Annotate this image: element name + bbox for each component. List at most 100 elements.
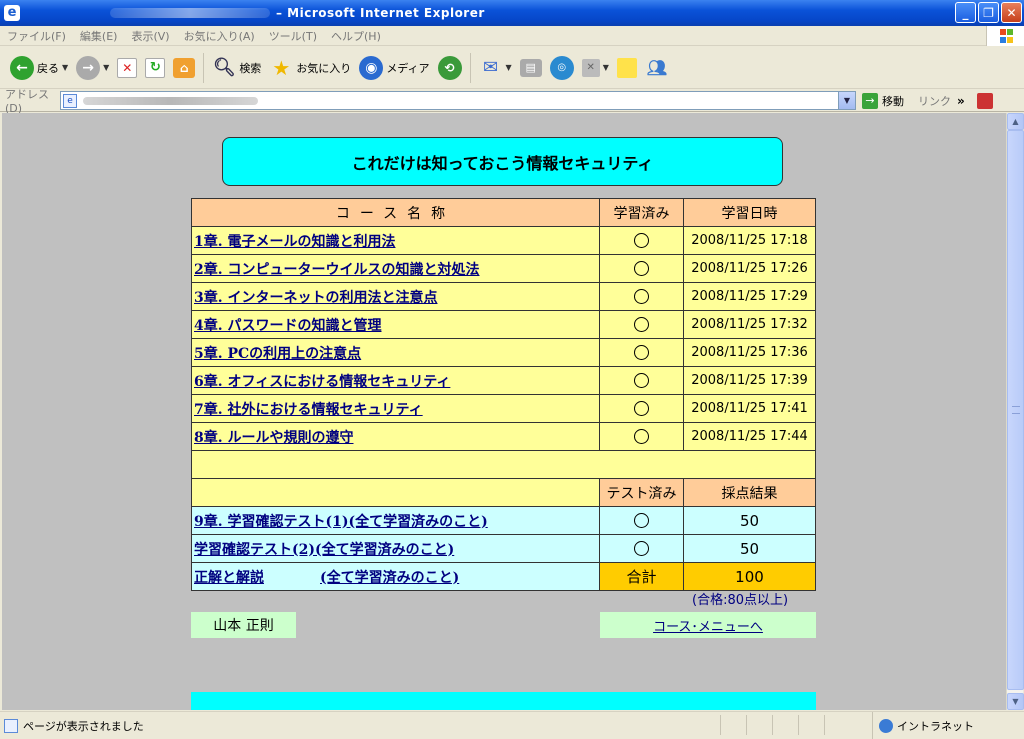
- edit-icon: ✕: [581, 58, 600, 77]
- header-result: 採点結果: [683, 478, 816, 507]
- history-button[interactable]: ⟲: [434, 51, 466, 85]
- menu-file[interactable]: ファイル(F): [0, 28, 73, 44]
- windows-logo-icon: [986, 26, 1024, 46]
- mail-button[interactable]: ✉ ▼: [475, 51, 516, 85]
- course-table: コース名称 学習済み 学習日時 1章. 電子メールの知識と利用法 2008/11…: [191, 198, 816, 591]
- table-row: 9章. 学習確認テスト(1)(全て学習済みのこと) 50: [191, 506, 816, 535]
- done-circle-icon: [634, 289, 649, 304]
- blurred-page-title: [110, 8, 270, 18]
- total-score: 100: [683, 562, 816, 591]
- home-icon: ⌂: [173, 57, 196, 78]
- test-score: 50: [683, 506, 816, 535]
- footer-bar: [191, 692, 816, 710]
- pass-note: (合格:80点以上): [692, 593, 789, 608]
- spacer-row: [191, 450, 816, 479]
- done-circle-icon: [634, 345, 649, 360]
- table-row: 正解と解説 (全て学習済みのこと) 合計 100: [191, 562, 816, 591]
- media-button[interactable]: ◉ メディア: [355, 51, 433, 85]
- status-cell: [824, 715, 850, 735]
- table-row: 8章. ルールや規則の遵守 2008/11/25 17:44: [191, 422, 816, 451]
- test-score: 50: [683, 534, 816, 563]
- toolbar-separator: [469, 52, 471, 83]
- course-menu-link[interactable]: コース･メニューへ: [653, 616, 763, 635]
- chapter-5-link[interactable]: 5章. PCの利用上の注意点: [194, 346, 361, 362]
- print-button[interactable]: ▤: [516, 51, 546, 85]
- chapter-6-link[interactable]: 6章. オフィスにおける情報セキュリティ: [194, 374, 450, 390]
- chapter-8-link[interactable]: 8章. ルールや規則の遵守: [194, 430, 354, 446]
- messenger-icon: ◎: [549, 55, 574, 80]
- go-button[interactable]: → 移動: [862, 92, 904, 109]
- chevron-down-icon: ▼: [505, 63, 512, 72]
- toolbar-separator: [203, 52, 205, 83]
- messenger-button[interactable]: ◎: [546, 51, 578, 85]
- done-circle-icon: [634, 233, 649, 248]
- menu-edit[interactable]: 編集(E): [73, 28, 125, 44]
- solution-note: (全て学習済みのこと): [320, 569, 460, 586]
- blurred-url: [83, 96, 258, 105]
- refresh-button[interactable]: ↻: [141, 51, 169, 85]
- study-date: 2008/11/25 17:32: [683, 310, 816, 339]
- test-2-link[interactable]: 学習確認テスト(2)(全て学習済みのこと): [194, 542, 454, 558]
- chapter-2-link[interactable]: 2章. コンピューターウイルスの知識と対処法: [194, 262, 480, 278]
- scroll-down-button[interactable]: ▼: [1007, 693, 1024, 710]
- test-1-link[interactable]: 9章. 学習確認テスト(1)(全て学習済みのこと): [194, 514, 488, 530]
- toolbar: ← 戻る ▼ → ▼ ✕ ↻ ⌂ 🔍︎ 検索 ★ お気に入り ◉ メディア ⟲ …: [0, 47, 1024, 89]
- links-label[interactable]: リンク: [918, 93, 951, 109]
- done-circle-icon: [634, 429, 649, 444]
- refresh-icon: ↻: [145, 57, 166, 78]
- back-arrow-icon: ←: [10, 55, 34, 80]
- vertical-scrollbar[interactable]: ▲ ▼: [1006, 113, 1024, 710]
- go-arrow-icon: →: [862, 92, 878, 109]
- close-button[interactable]: ✕: [1001, 2, 1022, 23]
- chapter-7-link[interactable]: 7章. 社外における情報セキュリティ: [194, 402, 423, 418]
- table-row: 学習確認テスト(2)(全て学習済みのこと) 50: [191, 534, 816, 563]
- discuss-button[interactable]: 👥︎: [641, 51, 673, 85]
- scroll-up-button[interactable]: ▲: [1007, 113, 1024, 130]
- menu-help[interactable]: ヘルプ(H): [324, 28, 388, 44]
- toolbar-extra-icon[interactable]: [976, 92, 993, 109]
- menu-tools[interactable]: ツール(T): [262, 28, 324, 44]
- minimize-button[interactable]: _: [955, 2, 976, 23]
- study-date: 2008/11/25 17:18: [683, 226, 816, 255]
- menu-favorites[interactable]: お気に入り(A): [177, 28, 262, 44]
- done-circle-icon: [634, 373, 649, 388]
- table-row: 6章. オフィスにおける情報セキュリティ 2008/11/25 17:39: [191, 366, 816, 395]
- chevron-down-icon: ▼: [602, 63, 609, 72]
- address-input[interactable]: e ▼: [60, 91, 856, 110]
- forward-button[interactable]: → ▼: [72, 51, 113, 85]
- study-date: 2008/11/25 17:36: [683, 338, 816, 367]
- home-button[interactable]: ⌂: [169, 51, 199, 85]
- study-date: 2008/11/25 17:39: [683, 366, 816, 395]
- note-icon: [616, 57, 637, 78]
- chapter-3-link[interactable]: 3章. インターネットの利用法と注意点: [194, 290, 438, 306]
- solution-link[interactable]: 正解と解説 (全て学習済みのこと): [194, 570, 459, 586]
- note-button[interactable]: [613, 51, 641, 85]
- scroll-thumb[interactable]: [1007, 130, 1024, 690]
- table-row: 4章. パスワードの知識と管理 2008/11/25 17:32: [191, 310, 816, 339]
- search-button[interactable]: 🔍︎ 検索: [208, 51, 265, 85]
- links-more-button[interactable]: »: [957, 94, 965, 108]
- address-label: アドレス(D): [5, 88, 49, 115]
- back-button[interactable]: ← 戻る ▼: [6, 51, 72, 85]
- done-circle-icon: [634, 401, 649, 416]
- study-date: 2008/11/25 17:41: [683, 394, 816, 423]
- chapter-1-link[interactable]: 1章. 電子メールの知識と利用法: [194, 234, 396, 250]
- maximize-button[interactable]: ❐: [978, 2, 999, 23]
- address-dropdown-button[interactable]: ▼: [838, 92, 855, 109]
- menu-bar: ファイル(F) 編集(E) 表示(V) お気に入り(A) ツール(T) ヘルプ(…: [0, 26, 1024, 46]
- search-icon: 🔍︎: [212, 57, 236, 78]
- address-bar: アドレス(D) e ▼ → 移動 リンク »: [0, 88, 1024, 115]
- header-date: 学習日時: [683, 198, 816, 227]
- page-title: これだけは知っておこう情報セキュリティ: [222, 137, 783, 186]
- header-test-done: テスト済み: [599, 478, 684, 507]
- ie-icon: e: [4, 5, 20, 21]
- chapter-4-link[interactable]: 4章. パスワードの知識と管理: [194, 318, 382, 334]
- people-icon: 👥︎: [646, 58, 668, 77]
- title-bar: e – Microsoft Internet Explorer _ ❐ ✕: [0, 0, 1024, 26]
- edit-button[interactable]: ✕ ▼: [578, 51, 613, 85]
- forward-arrow-icon: →: [76, 55, 101, 80]
- favorites-button[interactable]: ★ お気に入り: [265, 51, 355, 85]
- chevron-down-icon: ▼: [103, 63, 110, 72]
- stop-button[interactable]: ✕: [113, 51, 141, 85]
- menu-view[interactable]: 表示(V): [124, 28, 176, 44]
